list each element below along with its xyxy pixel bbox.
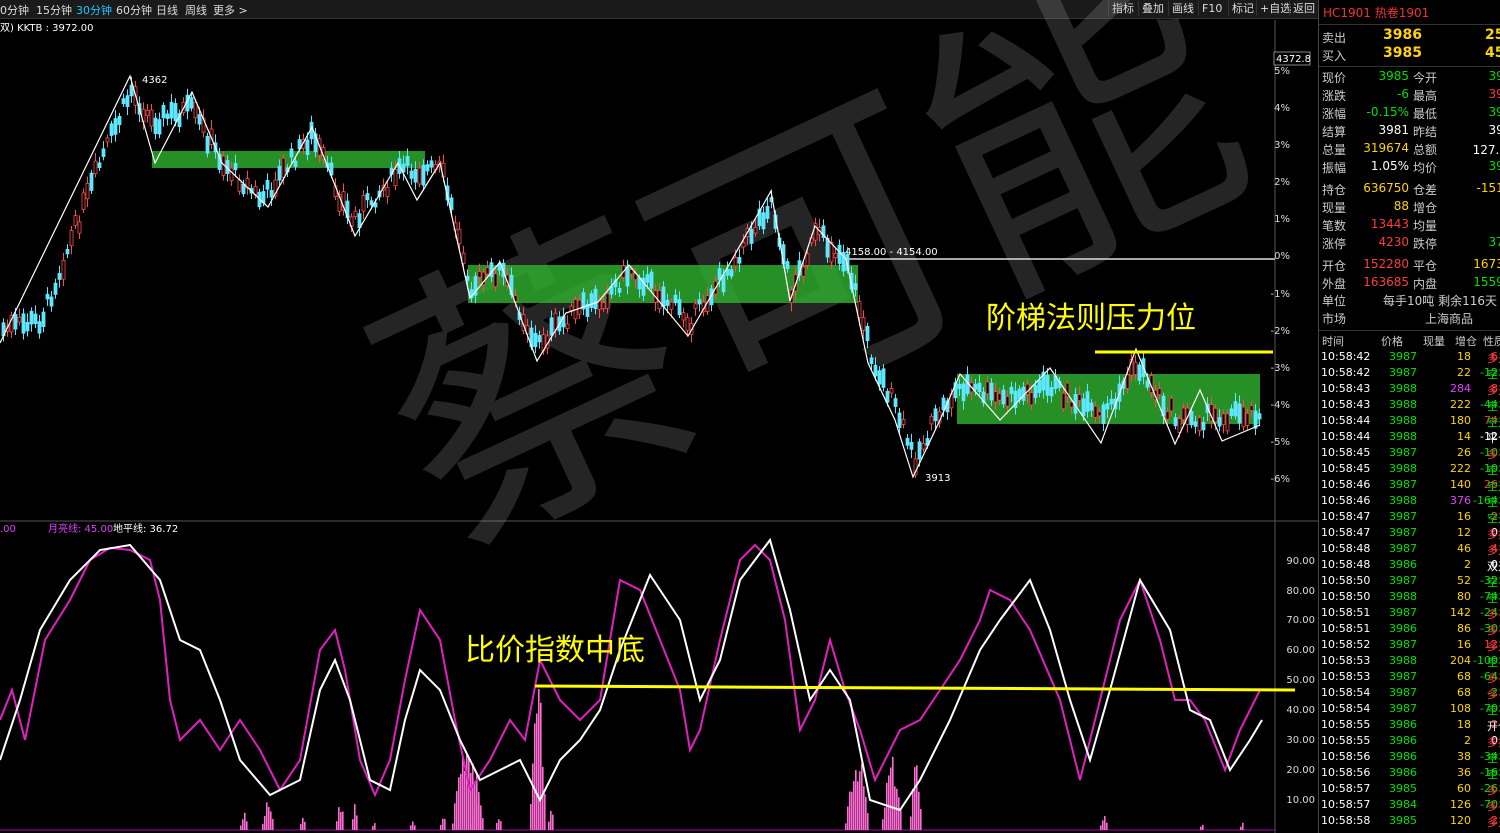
tick-row: 10:58:553986182开仓 xyxy=(1321,718,1500,733)
tick-row: 10:58:573984126-70多平 xyxy=(1321,798,1500,813)
indicator-tick: 40.00 xyxy=(1286,705,1315,716)
top-price-label: 4372.8 xyxy=(1276,54,1311,65)
index-bottom-line xyxy=(534,684,1296,692)
sell-row: 卖出 3986 25 xyxy=(1322,27,1500,45)
indicator-tick: 80.00 xyxy=(1286,586,1315,597)
stat-row: 振幅1.05%均价3981 xyxy=(1322,159,1500,175)
indicator-tick: 30.00 xyxy=(1286,735,1315,746)
tick-row: 10:58:543987108-70空平 xyxy=(1321,702,1500,717)
tick-row: 10:58:44398818074空开 xyxy=(1321,414,1500,429)
tick-row: 10:58:473987162空开 xyxy=(1321,510,1500,525)
stat-row: 涨幅-0.15%最低3957 xyxy=(1322,105,1500,121)
tick-row: 10:58:423987186多开 xyxy=(1321,350,1500,365)
ground-line xyxy=(0,537,1263,812)
tick-row: 10:58:473987120多换 xyxy=(1321,526,1500,541)
pct-tick: 5% xyxy=(1274,66,1290,77)
tick-row: 10:58:56398636-16空平 xyxy=(1321,766,1500,781)
buy-row: 买入 3985 45 xyxy=(1322,45,1500,63)
tick-row: 10:58:51398686-30多平 xyxy=(1321,622,1500,637)
tick-row: 10:58:57398560-26多平 xyxy=(1321,782,1500,797)
quote-panel: HC1901 热卷1901 卖出 3986 25 买入 3985 45 现价39… xyxy=(1318,0,1500,833)
reference-line-label: 4158.00 - 4154.00 xyxy=(845,247,938,258)
stat-row: 总量319674总额127.3亿 xyxy=(1322,141,1500,157)
tick-row: 10:58:533988204-100空平 xyxy=(1321,654,1500,669)
stat-row: 涨跌-6最高3999 xyxy=(1322,87,1500,103)
stat-row: 涨停4230跌停3751 xyxy=(1322,235,1500,251)
pct-tick: -4% xyxy=(1271,400,1290,411)
pct-tick: 2% xyxy=(1274,177,1290,188)
indicator-left-value: .00 xyxy=(0,524,16,535)
indicator-tick: 50.00 xyxy=(1286,675,1315,686)
pct-tick: -1% xyxy=(1271,289,1290,300)
tick-row: 10:58:55398620多换 xyxy=(1321,734,1500,749)
tick-row: 10:58:5239871612多开 xyxy=(1321,638,1500,653)
indicator-tick: 60.00 xyxy=(1286,645,1315,656)
stat-row: 开仓152280平仓167394 xyxy=(1322,257,1500,273)
pct-tick: -3% xyxy=(1271,363,1290,374)
indicator-tick: 70.00 xyxy=(1286,615,1315,626)
tick-header: 时间 价格 现量 增仓 性质 xyxy=(1322,335,1500,348)
pct-tick: -5% xyxy=(1271,437,1290,448)
pct-tick: -2% xyxy=(1271,326,1290,337)
ground-line-label: 地平线: 36.72 xyxy=(113,522,178,535)
indicator-tick: 90.00 xyxy=(1286,556,1315,567)
tick-row: 10:58:5839851202多开 xyxy=(1321,814,1500,829)
high-marker: 4362 xyxy=(142,75,167,86)
market-row: 市场 上海商品 xyxy=(1322,312,1474,326)
low-marker: 3913 xyxy=(925,473,950,484)
tick-row: 10:58:48398620双开 xyxy=(1321,558,1500,573)
stat-row: 笔数13443均量23 xyxy=(1322,217,1438,233)
pct-tick: 1% xyxy=(1274,214,1290,225)
percent-axis: 5% 4% 3% 2% 1% 0% -1% -2% -3% -4% -5% -6% xyxy=(1271,66,1290,485)
moon-line-label: 月亮线: 45.00 xyxy=(48,522,113,535)
indicator-axis: 90.00 80.00 70.00 60.00 50.00 40.00 30.00 20.00… xyxy=(1286,556,1315,806)
stat-row: 现量88增仓0 xyxy=(1322,199,1438,215)
consolidation-zone-1 xyxy=(152,151,425,168)
tick-row: 10:58:463988376-164空平 xyxy=(1321,494,1500,509)
unit-row: 单位 每手10吨 剩余116天 xyxy=(1322,294,1497,308)
tick-row: 10:58:44398814-12平仓 xyxy=(1321,430,1500,445)
pct-tick: 3% xyxy=(1274,140,1290,151)
index-annotation: 比价指数中底 xyxy=(465,633,645,668)
moon-line xyxy=(0,543,1275,798)
tick-row: 10:58:513987142-24多平 xyxy=(1321,606,1500,621)
tick-row: 10:58:53398768-64多平 xyxy=(1321,670,1500,685)
indicator-tick: 20.00 xyxy=(1286,765,1315,776)
tick-row: 10:58:54398768-2多平 xyxy=(1321,686,1500,701)
stat-row: 结算3981昨结3991 xyxy=(1322,123,1500,139)
tick-row: 10:58:50398880-74空平 xyxy=(1321,590,1500,605)
pct-tick: -6% xyxy=(1271,474,1290,485)
tick-row: 10:58:453988222-10空平 xyxy=(1321,462,1500,477)
tick-row: 10:58:45398726-10多平 xyxy=(1321,446,1500,461)
tick-row: 10:58:4339882848多开 xyxy=(1321,382,1500,397)
resistance-annotation: 阶梯法则压力位 xyxy=(986,301,1196,336)
pct-tick: 4% xyxy=(1274,103,1290,114)
pct-tick: 0% xyxy=(1274,251,1290,262)
tick-row: 10:58:483987464多开 xyxy=(1321,542,1500,557)
kline-chart[interactable]: 蔡可能 4158.00 - 4154.00 4362 3913 阶梯法则压力位 … xyxy=(0,0,1318,833)
stat-row: 持仓636750仓差-15114 xyxy=(1322,181,1500,197)
tick-row: 10:58:433988222-44空平 xyxy=(1321,398,1500,413)
stat-row: 外盘163685内盘155989 xyxy=(1322,275,1500,291)
tick-row: 10:58:56398638-34空平 xyxy=(1321,750,1500,765)
tick-row: 10:58:50398752-32空平 xyxy=(1321,574,1500,589)
tick-row: 10:58:46398714026空开 xyxy=(1321,478,1500,493)
indicator-tick: 10.00 xyxy=(1286,795,1315,806)
contract-title: HC1901 热卷1901 xyxy=(1323,6,1430,20)
tick-row: 10:58:42398722-12空平 xyxy=(1321,366,1500,381)
stat-row: 现价3985今开3977 xyxy=(1322,69,1500,85)
